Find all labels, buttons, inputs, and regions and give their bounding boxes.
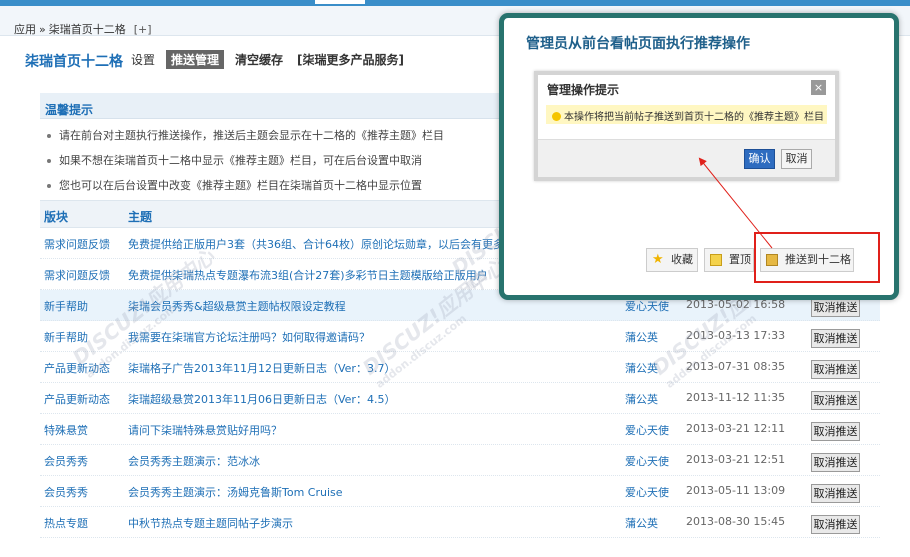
cancel-button[interactable]: 取消: [781, 149, 812, 169]
dialog-title: 管理操作提示: [547, 83, 620, 97]
bullet-icon: [47, 184, 51, 188]
favorite-button[interactable]: ★ 收藏: [646, 248, 698, 272]
dialog-message-text: 本操作将把当前帖子推送到首页十二格的《推荐主题》栏目: [564, 112, 824, 123]
row-author-link[interactable]: 爱心天使: [625, 453, 669, 469]
row-forum-link[interactable]: 特殊悬赏: [44, 422, 88, 438]
row-date: 2013-03-21 12:51: [686, 453, 786, 466]
row-subject-link[interactable]: 柒瑞格子广告2013年11月12日更新日志（Ver：3.7）: [128, 360, 395, 376]
tips-item-text: 您也可以在后台设置中改变《推荐主题》栏目在柒瑞首页十二格中显示位置: [59, 179, 422, 192]
column-header-subject: 主题: [128, 210, 153, 224]
table-row: 会员秀秀 会员秀秀主题演示：范冰冰 爱心天使 2013-03-21 12:51 取消推送: [40, 445, 880, 476]
star-icon: ★: [652, 252, 664, 267]
row-forum-link[interactable]: 新手帮助: [44, 298, 88, 314]
row-forum-link[interactable]: 产品更新动态: [44, 391, 110, 407]
row-subject-link[interactable]: 中秋节热点专题主题同帖子步演示: [128, 515, 293, 531]
plugin-tabs: 设置 推送管理 清空缓存 [柒瑞更多产品服务]: [128, 50, 415, 69]
row-subject-link[interactable]: 柒瑞会员秀秀&超级悬赏主题帖权限设定教程: [128, 298, 346, 314]
row-author-link[interactable]: 蒲公英: [625, 515, 658, 531]
row-forum-link[interactable]: 需求问题反馈: [44, 236, 110, 252]
row-forum-link[interactable]: 会员秀秀: [44, 484, 88, 500]
row-subject-link[interactable]: 柒瑞超级悬赏2013年11月06日更新日志（Ver：4.5）: [128, 391, 395, 407]
tab-more-products[interactable]: [柒瑞更多产品服务]: [294, 50, 407, 69]
row-forum-link[interactable]: 产品更新动态: [44, 360, 110, 376]
row-author-link[interactable]: 爱心天使: [625, 298, 669, 314]
table-row: 特殊悬赏 请问下柒瑞特殊悬赏贴好用吗？ 爱心天使 2013-03-21 12:11 取消…: [40, 414, 880, 445]
tips-item-text: 请在前台对主题执行推送操作，推送后主题会显示在十二格的《推荐主题》栏目: [59, 129, 444, 142]
row-author-link[interactable]: 爱心天使: [625, 422, 669, 438]
row-subject-link[interactable]: 会员秀秀主题演示：范冰冰: [128, 453, 260, 469]
admin-operation-dialog: 管理操作提示 × 本操作将把当前帖子推送到首页十二格的《推荐主题》栏目 确认 取…: [534, 71, 839, 181]
row-forum-link[interactable]: 热点专题: [44, 515, 88, 531]
close-icon[interactable]: ×: [811, 80, 826, 95]
sticky-top-button[interactable]: 置顶: [704, 248, 754, 272]
tab-settings[interactable]: 设置: [128, 50, 158, 69]
breadcrumb-add-shortcut[interactable]: [+]: [134, 23, 152, 36]
cancel-push-button[interactable]: 取消推送: [811, 515, 860, 534]
dialog-footer: 确认 取消: [538, 139, 835, 177]
row-forum-link[interactable]: 会员秀秀: [44, 453, 88, 469]
row-subject-link[interactable]: 请问下柒瑞特殊悬赏贴好用吗？: [128, 422, 282, 438]
row-forum-link[interactable]: 需求问题反馈: [44, 267, 110, 283]
row-date: 2013-07-31 08:35: [686, 360, 786, 373]
plugin-title: 柒瑞首页十二格: [25, 54, 123, 70]
highlight-box: [754, 232, 880, 283]
favorite-label: 收藏: [671, 253, 693, 266]
table-row: 热点专题 中秋节热点专题主题同帖子步演示 蒲公英 2013-08-30 15:45 取消…: [40, 507, 880, 538]
row-date: 2013-05-11 13:09: [686, 484, 786, 497]
breadcrumb-separator: »: [39, 23, 46, 36]
sticky-top-label: 置顶: [729, 253, 751, 266]
lightbulb-icon: [552, 112, 561, 121]
breadcrumb-app-link[interactable]: 应用: [14, 23, 36, 36]
row-subject-link[interactable]: 我需要在柒瑞官方论坛注册吗？如何取得邀请码？: [128, 329, 370, 345]
row-date: 2013-03-21 12:11: [686, 422, 786, 435]
tab-clear-cache[interactable]: 清空缓存: [232, 50, 286, 69]
row-author-link[interactable]: 爱心天使: [625, 484, 669, 500]
bullet-icon: [47, 159, 51, 163]
row-date: 2013-08-30 15:45: [686, 515, 786, 528]
row-forum-link[interactable]: 新手帮助: [44, 329, 88, 345]
bullet-icon: [47, 134, 51, 138]
row-author-link[interactable]: 蒲公英: [625, 329, 658, 345]
tab-push-management[interactable]: 推送管理: [166, 50, 225, 69]
row-author-link[interactable]: 蒲公英: [625, 391, 658, 407]
confirm-button[interactable]: 确认: [744, 149, 775, 169]
table-row: 产品更新动态 柒瑞超级悬赏2013年11月06日更新日志（Ver：4.5） 蒲公英 2…: [40, 383, 880, 414]
column-header-forum: 版块: [44, 210, 69, 224]
row-date: 2013-11-12 11:35: [686, 391, 786, 404]
tips-item-text: 如果不想在柒瑞首页十二格中显示《推荐主题》栏目，可在后台设置中取消: [59, 154, 422, 167]
table-row: 新手帮助 我需要在柒瑞官方论坛注册吗？如何取得邀请码？ 蒲公英 2013-03-13 …: [40, 321, 880, 352]
table-row: 会员秀秀 会员秀秀主题演示：汤姆克鲁斯Tom Cruise 爱心天使 2013-05-…: [40, 476, 880, 507]
row-date: 2013-03-13 17:33: [686, 329, 786, 342]
dialog-header: 管理操作提示 ×: [538, 75, 835, 101]
dialog-message: 本操作将把当前帖子推送到首页十二格的《推荐主题》栏目: [546, 105, 827, 124]
top-strip-tab-marker: [315, 0, 365, 4]
cancel-push-button[interactable]: 取消推送: [811, 422, 860, 441]
cancel-push-button[interactable]: 取消推送: [811, 360, 860, 379]
cancel-push-button[interactable]: 取消推送: [811, 298, 860, 317]
cancel-push-button[interactable]: 取消推送: [811, 391, 860, 410]
cancel-push-button[interactable]: 取消推送: [811, 329, 860, 348]
row-subject-link[interactable]: 免费提供柒瑞热点专题瀑布流3组(合计27套)多彩节日主题模版给正版用户: [128, 267, 488, 283]
annotation-callout: 管理员从前台看帖页面执行推荐操作 管理操作提示 × 本操作将把当前帖子推送到首页…: [499, 13, 899, 300]
row-subject-link[interactable]: 免费提供给正版用户3套（共36组、合计64枚）原创论坛勋章，以后会有更多选择哦: [128, 236, 537, 252]
row-author-link[interactable]: 蒲公英: [625, 360, 658, 376]
cancel-push-button[interactable]: 取消推送: [811, 484, 860, 503]
row-subject-link[interactable]: 会员秀秀主题演示：汤姆克鲁斯Tom Cruise: [128, 484, 343, 500]
table-row: 产品更新动态 柒瑞格子广告2013年11月12日更新日志（Ver：3.7） 蒲公英 2…: [40, 352, 880, 383]
breadcrumb-current: 柒瑞首页十二格: [48, 23, 126, 36]
breadcrumb: 应用» 柒瑞首页十二格 [+]: [14, 21, 152, 37]
pin-icon: [710, 254, 722, 266]
annotation-title: 管理员从前台看帖页面执行推荐操作: [526, 36, 750, 52]
cancel-push-button[interactable]: 取消推送: [811, 453, 860, 472]
